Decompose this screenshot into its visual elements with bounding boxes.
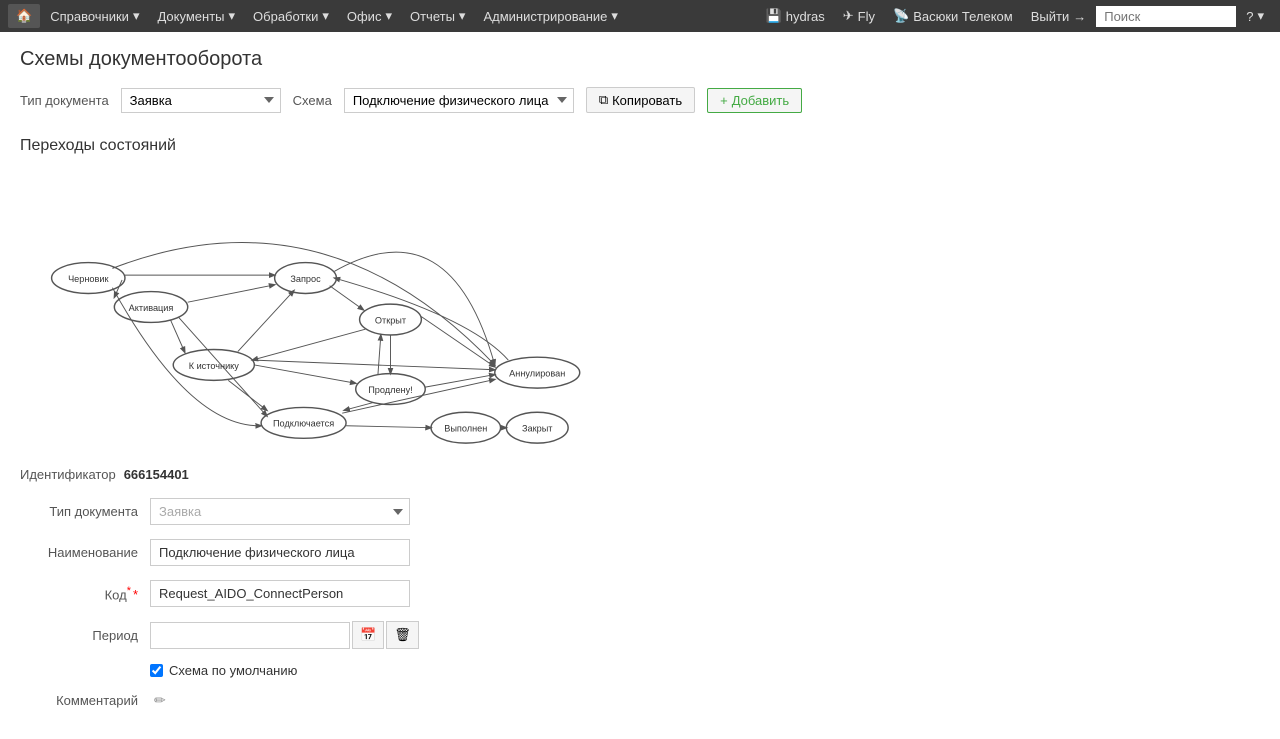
schema-label: Схема <box>293 93 332 108</box>
calendar-button[interactable]: 📅 <box>352 621 384 649</box>
doc-type-label: Тип документа <box>20 93 109 108</box>
logout-button[interactable]: Выйти → <box>1023 5 1095 28</box>
name-input[interactable] <box>150 539 410 566</box>
chevron-down-icon: ▾ <box>322 8 329 24</box>
nav-item-admin[interactable]: Администрирование ▾ <box>475 4 626 28</box>
nav-item-references[interactable]: Справочники ▾ <box>42 4 147 28</box>
question-icon: ? <box>1246 9 1253 24</box>
comment-label: Комментарий <box>20 693 150 708</box>
edit-comment-icon[interactable]: ✏ <box>154 692 166 709</box>
code-label: Код* <box>20 585 150 602</box>
clear-period-button[interactable]: 🗑 <box>386 621 419 649</box>
nav-item-processing[interactable]: Обработки ▾ <box>245 4 337 28</box>
svg-text:Закрыт: Закрыт <box>522 424 553 434</box>
svg-text:К источнику: К источнику <box>189 361 240 371</box>
home-button[interactable]: 🏠 <box>8 4 40 28</box>
home-icon: 🏠 <box>16 8 32 24</box>
transitions-section: Переходы состояний Черновик Активация За <box>20 137 1260 447</box>
schema-select[interactable]: Подключение физического лица <box>344 88 574 113</box>
toolbar: Тип документа Заявка Схема Подключение ф… <box>20 87 1260 113</box>
code-input[interactable] <box>150 580 410 607</box>
svg-text:Выполнен: Выполнен <box>444 424 487 434</box>
telecom-icon: 📡 <box>893 8 909 24</box>
page-title: Схемы документооборота <box>20 48 1260 71</box>
nav-item-reports[interactable]: Отчеты ▾ <box>402 4 473 28</box>
nav-telecom[interactable]: 📡 Васюки Телеком <box>885 4 1021 28</box>
default-schema-row: Схема по умолчанию <box>150 663 1260 678</box>
chevron-down-icon: ▾ <box>229 8 236 24</box>
nav-item-office[interactable]: Офис ▾ <box>339 4 400 28</box>
doc-type-select[interactable]: Заявка <box>121 88 281 113</box>
copy-icon: ⧉ <box>599 92 608 108</box>
comment-row: Комментарий ✏ <box>20 692 1260 709</box>
section-title: Переходы состояний <box>20 137 1260 155</box>
default-schema-checkbox[interactable] <box>150 664 163 677</box>
form-section: Идентификатор 666154401 Тип документа За… <box>20 467 1260 709</box>
add-button[interactable]: + Добавить <box>707 88 802 113</box>
svg-text:Аннулирован: Аннулирован <box>509 369 565 379</box>
svg-text:Продлену!: Продлену! <box>368 385 413 395</box>
db-icon: 💾 <box>766 8 782 24</box>
logout-icon: → <box>1073 9 1086 24</box>
delete-icon: 🗑 <box>394 627 411 642</box>
name-label: Наименование <box>20 545 150 560</box>
state-diagram: Черновик Активация Запрос Открыт К источ… <box>20 167 620 447</box>
code-row: Код* <box>20 580 1260 607</box>
id-row: Идентификатор 666154401 <box>20 467 1260 482</box>
diagram-svg: Черновик Активация Запрос Открыт К источ… <box>20 167 620 447</box>
id-value: 666154401 <box>124 467 189 482</box>
svg-text:Подключается: Подключается <box>273 419 334 429</box>
period-label: Период <box>20 628 150 643</box>
name-row: Наименование <box>20 539 1260 566</box>
help-button[interactable]: ? ▾ <box>1238 4 1272 28</box>
nav-fly[interactable]: ✈ Fly <box>835 4 883 28</box>
id-label: Идентификатор <box>20 467 116 482</box>
svg-text:Запрос: Запрос <box>290 274 321 284</box>
chevron-down-icon: ▾ <box>611 8 618 24</box>
top-navigation: 🏠 Справочники ▾ Документы ▾ Обработки ▾ … <box>0 0 1280 32</box>
chevron-down-icon: ▾ <box>459 8 466 24</box>
search-input[interactable] <box>1096 6 1236 27</box>
schema-select-wrap: Подключение физического лица <box>344 88 574 113</box>
nav-hydras[interactable]: 💾 hydras <box>758 4 833 28</box>
main-content: Схемы документооборота Тип документа Зая… <box>0 32 1280 739</box>
chevron-down-icon: ▾ <box>133 8 140 24</box>
doc-type-row: Тип документа Заявка <box>20 498 1260 525</box>
chevron-down-icon: ▾ <box>385 8 392 24</box>
svg-text:Открыт: Открыт <box>375 315 407 325</box>
nav-item-documents[interactable]: Документы ▾ <box>149 4 243 28</box>
plus-icon: + <box>720 93 728 108</box>
chevron-down-icon: ▾ <box>1257 8 1264 24</box>
search-box[interactable] <box>1096 6 1236 27</box>
period-row: Период 📅 🗑 <box>20 621 1260 649</box>
doc-type-field-select[interactable]: Заявка <box>150 498 410 525</box>
default-schema-label[interactable]: Схема по умолчанию <box>169 663 297 678</box>
calendar-icon: 📅 <box>360 627 376 642</box>
svg-text:Активация: Активация <box>129 303 174 313</box>
copy-button[interactable]: ⧉ Копировать <box>586 87 695 113</box>
period-input[interactable] <box>150 622 350 649</box>
svg-text:Черновик: Черновик <box>68 274 109 284</box>
fly-icon: ✈ <box>843 8 854 24</box>
doc-type-field-label: Тип документа <box>20 504 150 519</box>
